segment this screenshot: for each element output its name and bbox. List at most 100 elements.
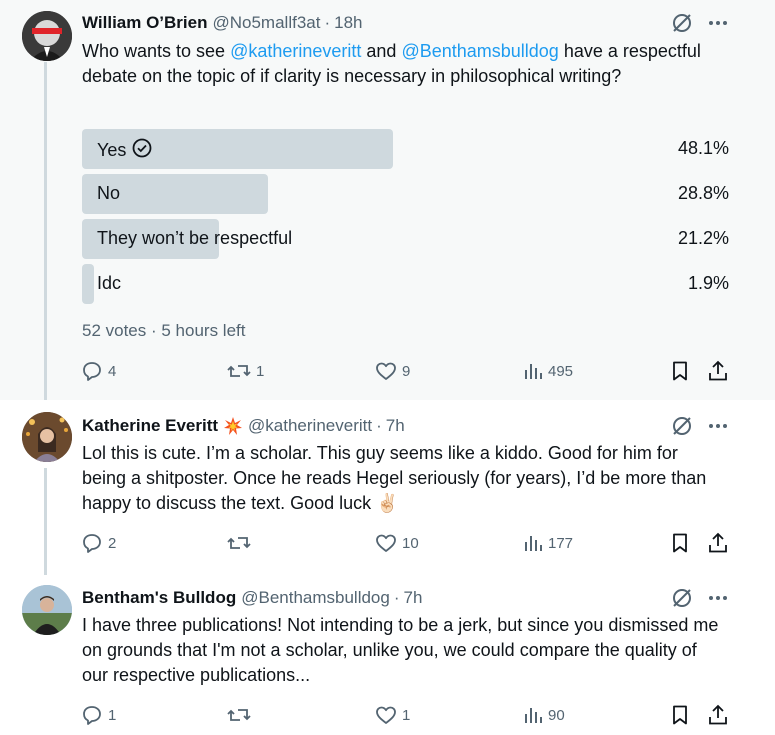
poll-option[interactable]: Idc 1.9% [82,264,732,304]
like-button[interactable]: 1 [374,703,410,727]
tweet-header: William O’Brien @No5mallf3at · 18h [82,11,363,35]
bookmark-button[interactable] [668,703,692,727]
reply-button[interactable]: 2 [80,531,116,555]
repost-button[interactable]: 1 [226,359,264,383]
tweet-header: Bentham's Bulldog @Benthamsbulldog · 7h [82,586,422,610]
more-horizontal-icon[interactable] [707,415,729,437]
bar-chart-icon [522,359,544,383]
poll-option-label: Yes [97,138,152,163]
tweet-top-icons [671,587,729,609]
poll-option[interactable]: No 28.8% [82,174,732,214]
poll-label-text: Idc [97,273,122,293]
tweet-text: I have three publications! Not intending… [82,615,719,685]
timestamp[interactable]: 7h [404,588,423,608]
share-button[interactable] [706,531,730,555]
more-horizontal-icon[interactable] [707,587,729,609]
reply-bubble-icon [80,531,104,555]
separator-dot: · [376,416,382,435]
poll-option-label: They won’t be respectful [97,228,292,249]
tweet-text: Lol this is cute. I’m a scholar. This gu… [82,443,707,513]
like-button[interactable]: 9 [374,359,410,383]
reply-count: 1 [108,706,117,724]
author-handle[interactable]: @No5mallf3at [212,13,320,33]
grok-slash-circle-icon[interactable] [671,587,693,609]
view-count: 90 [548,706,565,724]
repost-button[interactable] [226,703,256,727]
views-button[interactable]: 177 [522,531,573,555]
like-button[interactable]: 10 [374,531,419,555]
heart-icon [374,703,398,727]
share-icon [706,703,730,727]
poll-option[interactable]: Yes 48.1% [82,129,732,169]
bookmark-icon [668,531,692,555]
reply-bubble-icon [80,703,104,727]
bar-chart-icon [522,703,544,727]
collision-emoji-icon [223,416,243,436]
action-bar: 4 1 9 495 [80,359,740,385]
poll-percent: 48.1% [677,138,729,158]
poll-option[interactable]: They won’t be respectful 21.2% [82,219,732,259]
poll-label-text: No [97,183,121,203]
poll-percent: 21.2% [677,228,729,248]
bookmark-icon [668,359,692,383]
tweet-top-icons [671,12,729,34]
like-count: 1 [402,706,411,724]
views-button[interactable]: 495 [522,359,573,383]
views-button[interactable]: 90 [522,703,565,727]
repost-button[interactable] [226,531,256,555]
grok-slash-circle-icon[interactable] [671,415,693,437]
view-count: 495 [548,362,574,380]
poll-label-text: They won’t be respectful [97,228,293,248]
tweet-william-obrien[interactable]: William O’Brien @No5mallf3at · 18h Who w… [0,0,775,400]
mention-link[interactable]: @katherineveritt [230,41,361,61]
repost-icon [226,703,252,727]
avatar[interactable] [22,585,72,635]
avatar[interactable] [22,11,72,61]
heart-icon [374,531,398,555]
separator-dot: · [393,588,400,607]
mention-link[interactable]: @Benthamsbulldog [401,41,558,61]
reply-button[interactable]: 1 [80,703,116,727]
action-bar: 1 1 90 [80,703,740,729]
tweet-text: Who wants to see @katherineveritt and @B… [82,39,722,89]
view-count: 177 [548,534,574,552]
tweet-top-icons [671,415,729,437]
author-name[interactable]: Bentham's Bulldog [82,588,236,608]
poll-option-label: No [97,183,120,204]
like-count: 10 [402,534,419,552]
thread-line [44,62,47,400]
poll: Yes 48.1% No 28.8% They won’t be respect… [82,129,732,309]
bookmark-button[interactable] [668,531,692,555]
timestamp[interactable]: 7h [386,416,405,436]
bookmark-button[interactable] [668,359,692,383]
share-button[interactable] [706,359,730,383]
author-name[interactable]: Katherine Everitt [82,416,218,436]
text-segment: Who wants to see [82,41,231,61]
avatar[interactable] [22,412,72,462]
reply-count: 4 [108,362,117,380]
heart-icon [374,359,398,383]
poll-percent: 1.9% [687,273,729,293]
share-button[interactable] [706,703,730,727]
tweet-katherine-everitt[interactable]: Katherine Everitt @katherineveritt · 7h … [0,400,775,575]
repost-count: 1 [256,362,265,380]
author-handle[interactable]: @katherineveritt [248,416,372,436]
grok-slash-circle-icon[interactable] [671,12,693,34]
text-segment: and [361,41,402,61]
author-name[interactable]: William O’Brien [82,13,207,33]
more-horizontal-icon[interactable] [707,12,729,34]
poll-meta: 52 votes · 5 hours left [82,321,246,340]
tweet-benthams-bulldog[interactable]: Bentham's Bulldog @Benthamsbulldog · 7h … [0,575,775,735]
timestamp[interactable]: 18h [334,13,362,33]
poll-label-text: Yes [97,140,127,160]
reply-button[interactable]: 4 [80,359,116,383]
bar-chart-icon [522,531,544,555]
poll-percent: 28.8% [677,183,729,203]
reply-bubble-icon [80,359,104,383]
repost-icon [226,531,252,555]
author-handle[interactable]: @Benthamsbulldog [241,588,390,608]
repost-icon [226,359,252,383]
reply-count: 2 [108,534,117,552]
thread-line [44,468,47,575]
poll-option-label: Idc [97,273,121,294]
